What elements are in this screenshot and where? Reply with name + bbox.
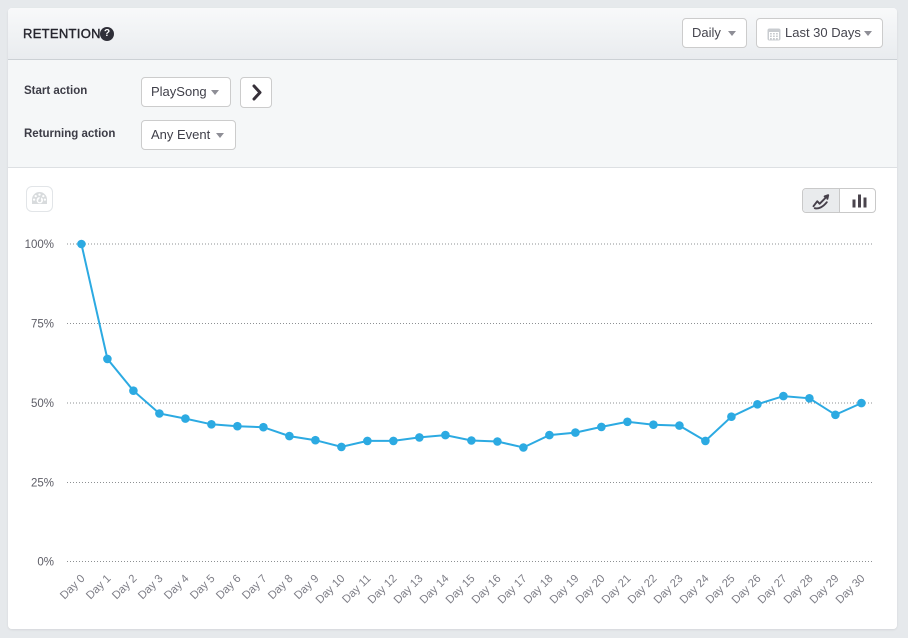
svg-text:Day 0: Day 0 xyxy=(58,573,87,602)
svg-text:Day 5: Day 5 xyxy=(188,573,217,602)
svg-text:Day 1: Day 1 xyxy=(84,573,113,602)
svg-text:Day 30: Day 30 xyxy=(834,573,868,607)
svg-text:Day 6: Day 6 xyxy=(214,573,243,602)
svg-text:0%: 0% xyxy=(37,557,54,569)
svg-text:Day 10: Day 10 xyxy=(314,573,348,607)
svg-text:Day 2: Day 2 xyxy=(110,573,139,602)
svg-text:Day 8: Day 8 xyxy=(266,573,295,602)
svg-text:Day 4: Day 4 xyxy=(162,573,191,602)
svg-text:100%: 100% xyxy=(25,239,54,251)
svg-text:Day 7: Day 7 xyxy=(240,573,269,602)
svg-text:75%: 75% xyxy=(31,319,54,331)
svg-text:Day 3: Day 3 xyxy=(136,573,165,602)
svg-text:25%: 25% xyxy=(31,478,54,490)
svg-text:50%: 50% xyxy=(31,398,54,410)
